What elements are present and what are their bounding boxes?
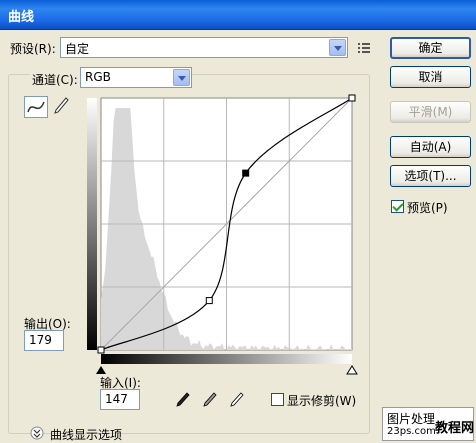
output-gradient-bar <box>87 98 97 350</box>
watermark-text-1: 图片处理 <box>387 412 436 426</box>
watermark-logo: 图片处理 23ps.com 教程网 <box>382 407 474 441</box>
white-point-slider[interactable] <box>346 365 358 375</box>
channel-value: RGB <box>85 70 111 84</box>
preview-checkbox[interactable] <box>391 200 404 213</box>
preset-value: 自定 <box>65 42 90 56</box>
curve-control-point[interactable] <box>205 297 213 305</box>
white-eyedropper-icon[interactable] <box>229 391 245 409</box>
cancel-button[interactable]: 取消 <box>390 66 471 88</box>
input-gradient-bar <box>101 354 352 364</box>
auto-button[interactable]: 自动(A) <box>390 136 471 158</box>
black-point-slider[interactable] <box>96 366 106 374</box>
smooth-button[interactable]: 平滑(M) <box>390 101 471 123</box>
preset-options-icon[interactable] <box>358 42 372 54</box>
curve-tool-button[interactable] <box>24 96 48 118</box>
channel-label: 通道(C): <box>30 71 80 88</box>
preset-dropdown[interactable]: 自定 <box>60 37 348 58</box>
curve-icon <box>27 101 45 113</box>
title-bar: 曲线 <box>0 0 476 30</box>
channel-dropdown[interactable]: RGB <box>80 67 192 88</box>
show-clipping-checkbox[interactable] <box>271 393 284 406</box>
watermark-text-2: 23ps.com <box>387 426 436 437</box>
chevron-down-icon <box>173 69 190 86</box>
black-eyedropper-icon[interactable] <box>175 391 191 409</box>
watermark-text-3: 教程网 <box>435 421 475 436</box>
show-clipping-label: 显示修剪(W) <box>287 394 357 408</box>
options-button[interactable]: 选项(T)... <box>390 165 471 187</box>
gray-eyedropper-icon[interactable] <box>202 391 218 409</box>
curve-display-options-label: 曲线显示选项 <box>50 428 123 442</box>
curve-control-point[interactable] <box>242 169 250 177</box>
preset-label: 预设(R): <box>10 42 56 56</box>
curves-dialog: 曲线 预设(R): 自定 确定 取消 平滑(M) 自动(A) 选项(T)... … <box>0 0 476 443</box>
expand-chevron-icon[interactable] <box>30 426 44 440</box>
curve-control-point[interactable] <box>348 94 356 102</box>
chevron-down-icon <box>329 39 346 56</box>
curves-graph[interactable] <box>84 94 362 376</box>
window-title: 曲线 <box>8 10 35 25</box>
pencil-icon[interactable] <box>52 96 70 116</box>
output-field[interactable]: 179 <box>24 330 64 351</box>
curve-control-point[interactable] <box>97 346 105 354</box>
preview-label: 预览(P) <box>407 201 448 215</box>
ok-button[interactable]: 确定 <box>390 37 471 59</box>
input-field[interactable]: 147 <box>100 389 140 410</box>
